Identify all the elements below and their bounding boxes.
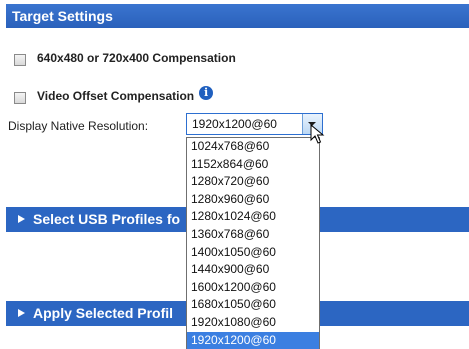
dropdown-option[interactable]: 1280x720@60 [187,173,319,191]
dropdown-option[interactable]: 1400x1050@60 [187,244,319,262]
dropdown-option[interactable]: 1680x1050@60 [187,296,319,314]
compensation-checkbox[interactable] [14,53,26,66]
info-icon[interactable]: i [199,86,214,100]
dropdown-option[interactable]: 1152x864@60 [187,156,319,174]
apply-selected-profiles-label: Apply Selected Profil [33,305,174,321]
mouse-pointer-icon [310,124,325,144]
compensation-label: 640x480 or 720x400 Compensation [37,51,236,65]
triangle-right-icon [18,309,25,317]
target-settings-header: Target Settings [6,4,469,28]
target-settings-title: Target Settings [12,8,113,24]
dropdown-option-selected[interactable]: 1920x1200@60 [187,331,319,349]
select-usb-profiles-label: Select USB Profiles fo [33,211,181,227]
display-native-resolution-select[interactable]: 1920x1200@60 [186,113,323,135]
dropdown-option[interactable]: 1600x1200@60 [187,279,319,297]
dropdown-option[interactable]: 1920x1080@60 [187,314,319,332]
compensation-option: 640x480 or 720x400 Compensation [14,49,236,67]
dropdown-option[interactable]: 1280x1024@60 [187,208,319,226]
video-offset-label: Video Offset Compensation [37,89,195,103]
resolution-dropdown-list: 1024x768@60 1152x864@60 1280x720@60 1280… [186,137,320,349]
video-offset-option: Video Offset Compensation i [14,86,214,105]
video-offset-checkbox[interactable] [14,91,26,104]
target-settings-panel: Target Settings 640x480 or 720x400 Compe… [0,0,469,349]
triangle-right-icon [18,215,25,223]
dropdown-option[interactable]: 1024x768@60 [187,138,319,156]
display-native-resolution-label: Display Native Resolution: [8,119,149,133]
dropdown-option[interactable]: 1280x960@60 [187,191,319,209]
resolution-selected-value: 1920x1200@60 [192,117,277,131]
dropdown-option[interactable]: 1440x900@60 [187,261,319,279]
dropdown-option[interactable]: 1360x768@60 [187,226,319,244]
